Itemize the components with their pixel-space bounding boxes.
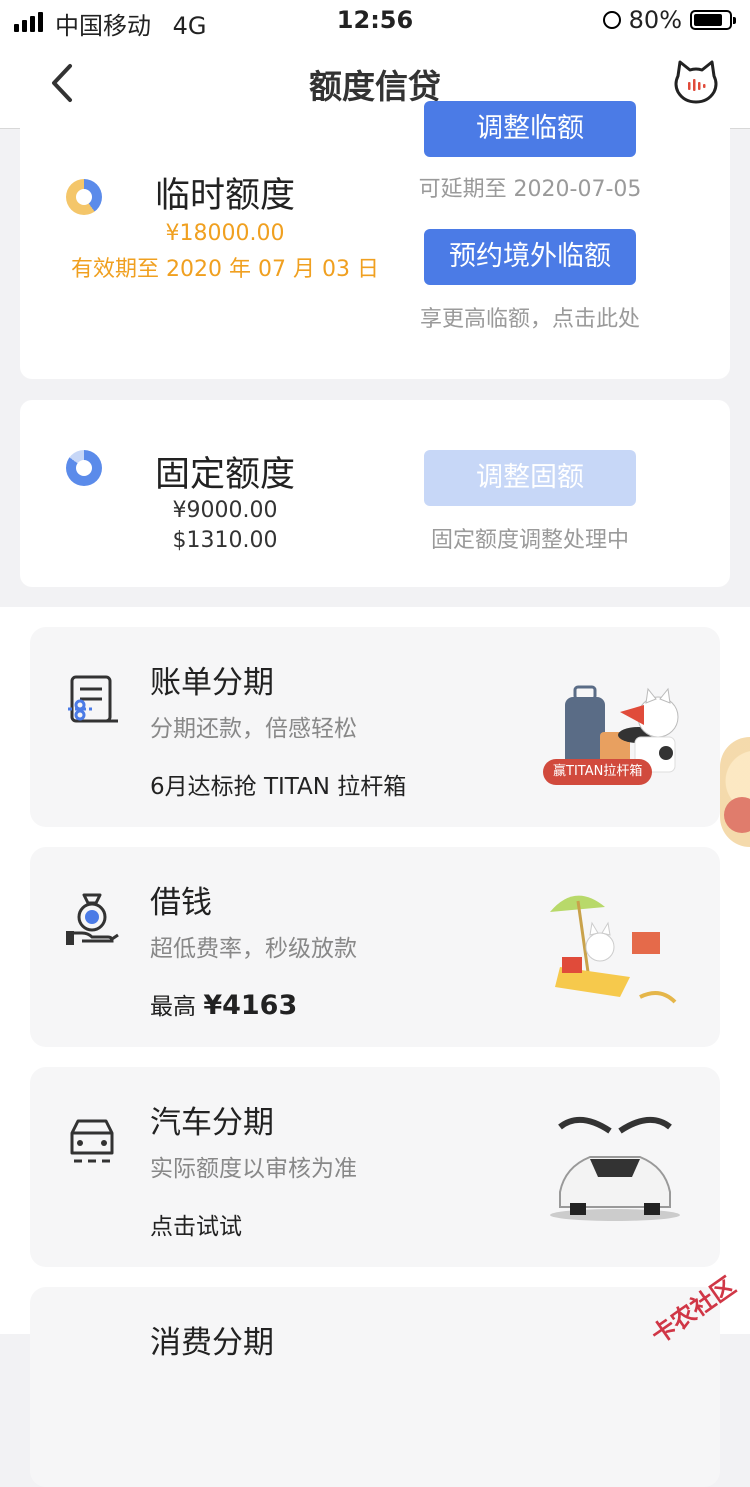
product-title: 账单分期 [150,665,274,701]
fixed-credit-chart-icon [66,450,102,486]
product-consumer-installment[interactable]: 消费分期 [30,1287,720,1487]
product-title: 借钱 [150,885,212,921]
product-car-installment[interactable]: 汽车分期 实际额度以审核为准 点击试试 [30,1067,720,1267]
product-subtitle: 超低费率，秒级放款 [150,936,357,962]
credit-panel: 临时额度 ¥18000.00 有效期至 2020 年 07 月 03 日 调整临… [0,101,750,607]
temp-credit-card: 临时额度 ¥18000.00 有效期至 2020 年 07 月 03 日 调整临… [20,101,730,379]
overseas-hint[interactable]: 享更高临额，点击此处 [380,301,680,333]
luggage-promo-image: 赢TITAN拉杆箱 [540,657,690,797]
max-label: 最高 [150,994,196,1020]
product-promo: 6月达标抢 TITAN 拉杆箱 [150,774,407,800]
product-bill-installment[interactable]: 账单分期 分期还款，倍感轻松 6月达标抢 TITAN 拉杆箱 赢TITAN拉杆箱 [30,627,720,827]
product-cta: 点击试试 [150,1214,242,1240]
product-subtitle: 实际额度以审核为准 [150,1156,357,1182]
adjust-temp-button[interactable]: 调整临额 [424,101,636,157]
battery-percent: 80% [628,6,682,34]
temp-credit-chart-icon [66,179,102,215]
product-subtitle: 分期还款，倍感轻松 [150,716,357,742]
max-amount: ¥4163 [203,990,298,1021]
product-max-amount: 最高 ¥4163 [150,987,297,1021]
car-icon [70,1119,114,1163]
temp-credit-validity: 有效期至 2020 年 07 月 03 日 [71,257,379,282]
page-title: 额度信贷 [309,67,441,106]
fixed-status-hint: 固定额度调整处理中 [430,528,629,553]
product-title: 汽车分期 [150,1105,274,1141]
beach-promo-image [540,877,690,1017]
money-bag-icon [66,893,119,945]
fixed-credit-card: 固定额度 ¥9000.00 $1310.00 调整固额 固定额度调整处理中 [20,400,730,587]
status-bar: 中国移动 4G 12:56 80% [0,0,750,40]
product-borrow[interactable]: 借钱 超低费率，秒级放款 最高 ¥4163 [30,847,720,1047]
battery-icon [690,10,736,30]
overseas-temp-button[interactable]: 预约境外临额 [424,229,636,285]
car-promo-image [540,1097,690,1237]
cat-mascot-icon[interactable] [672,58,720,106]
fixed-credit-title: 固定额度 [155,455,296,495]
adjust-fixed-button[interactable]: 调整固额 [424,450,636,506]
promo-badge: 赢TITAN拉杆箱 [543,759,653,785]
rotation-lock-icon [602,11,621,29]
extend-hint: 可延期至 2020-07-05 [418,177,642,202]
temp-credit-amount: ¥18000.00 [165,221,285,246]
product-title: 消费分期 [150,1325,274,1361]
temp-credit-title: 临时额度 [155,176,296,216]
product-list: 账单分期 分期还款，倍感轻松 6月达标抢 TITAN 拉杆箱 赢TITAN拉杆箱 [0,607,750,1487]
bill-installment-icon [68,675,118,723]
fixed-credit-usd: $1310.00 [172,528,278,553]
fixed-credit-cny: ¥9000.00 [172,498,278,523]
